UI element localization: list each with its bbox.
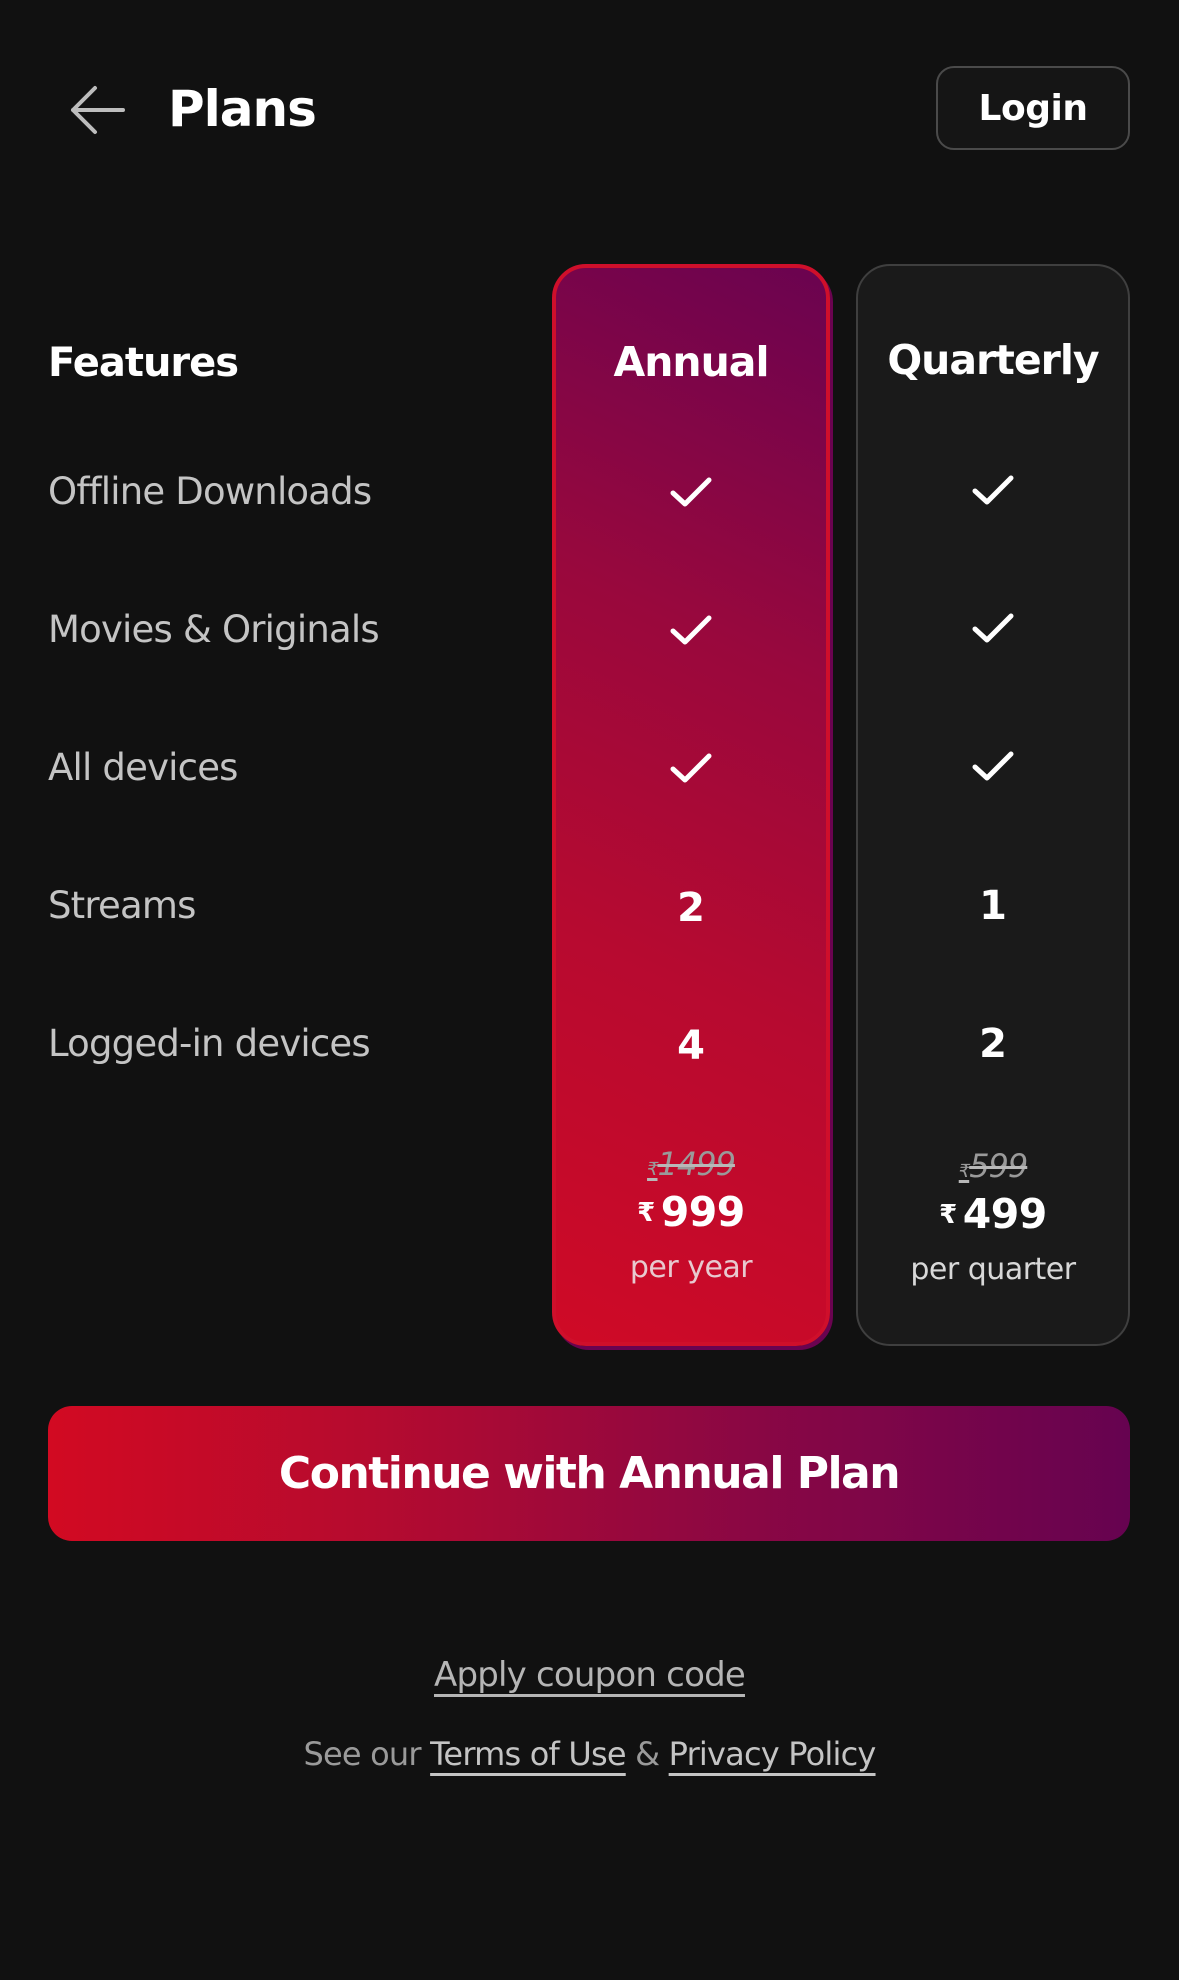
terms-of-use-link[interactable]: Terms of Use: [430, 1735, 626, 1773]
back-button[interactable]: [62, 78, 132, 142]
legal-prefix: See our: [303, 1735, 421, 1773]
plans-screen: Plans Login Features Offline Downloads M…: [0, 0, 1179, 1980]
quarterly-logged-in-devices: 2: [979, 1021, 1007, 1067]
coupon-row: Apply coupon code: [0, 1652, 1179, 1698]
quarterly-all-devices: [858, 736, 1128, 796]
annual-all-devices: [556, 738, 826, 798]
arrow-left-icon: [71, 86, 125, 134]
feature-label-streams: Streams: [48, 884, 196, 927]
annual-offline-downloads: [556, 462, 826, 522]
check-icon: [670, 753, 712, 783]
apply-coupon-link[interactable]: Apply coupon code: [434, 1655, 746, 1695]
features-heading: Features: [48, 340, 239, 386]
rupee-icon: ₹: [647, 1159, 658, 1180]
legal-line: See our Terms of Use & Privacy Policy: [0, 1732, 1179, 1776]
rupee-icon: ₹: [637, 1198, 655, 1228]
check-icon: [670, 615, 712, 645]
legal-ampersand: &: [635, 1735, 660, 1773]
annual-period: per year: [629, 1250, 753, 1285]
check-icon: [972, 475, 1014, 505]
page-title: Plans: [168, 80, 317, 138]
privacy-policy-link[interactable]: Privacy Policy: [669, 1735, 877, 1773]
quarterly-movies-originals: [858, 598, 1128, 658]
continue-button[interactable]: Continue with Annual Plan: [48, 1406, 1130, 1541]
rupee-icon: ₹: [958, 1161, 970, 1182]
feature-label-offline-downloads: Offline Downloads: [48, 470, 372, 513]
quarterly-streams: 1: [979, 883, 1007, 929]
plan-name-annual: Annual: [613, 338, 769, 386]
plan-name-quarterly: Quarterly: [887, 336, 1099, 384]
quarterly-price: ₹499: [939, 1190, 1047, 1238]
annual-streams: 2: [677, 885, 705, 931]
annual-logged-in-devices: 4: [677, 1023, 705, 1069]
check-icon: [972, 751, 1014, 781]
rupee-icon: ₹: [939, 1200, 957, 1230]
check-icon: [670, 477, 712, 507]
annual-price: ₹999: [637, 1188, 745, 1236]
feature-label-logged-in-devices: Logged-in devices: [48, 1022, 371, 1065]
quarterly-period: per quarter: [910, 1252, 1076, 1287]
check-icon: [972, 613, 1014, 643]
login-button[interactable]: Login: [936, 66, 1130, 150]
feature-label-all-devices: All devices: [48, 746, 238, 789]
annual-movies-originals: [556, 600, 826, 660]
quarterly-offline-downloads: [858, 460, 1128, 520]
feature-label-movies-originals: Movies & Originals: [48, 608, 380, 651]
